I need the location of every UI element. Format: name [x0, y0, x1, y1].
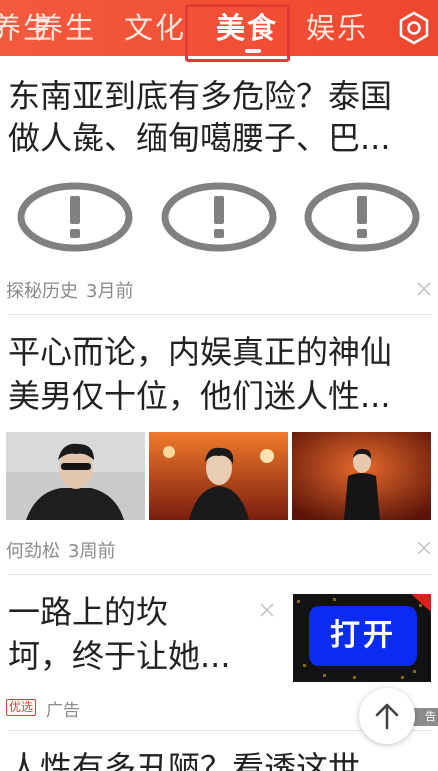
- close-icon[interactable]: [259, 602, 275, 618]
- broken-image-icon: [304, 182, 420, 252]
- article-source: 探秘历史: [6, 281, 78, 302]
- article-photo-singer-suit[interactable]: [292, 432, 431, 520]
- article-title-line-1[interactable]: 东南亚到底有多危险？泰国: [8, 72, 392, 120]
- divider: [8, 314, 432, 315]
- active-tab-highlight: [185, 4, 290, 62]
- close-icon[interactable]: [416, 281, 432, 297]
- broken-image-icon: [161, 182, 277, 252]
- ad-label: 广告: [46, 701, 80, 721]
- open-button[interactable]: 打开: [309, 606, 417, 666]
- article-time: 3周前: [68, 541, 116, 562]
- tab-health[interactable]: 养生: [34, 10, 96, 46]
- close-icon[interactable]: [416, 540, 432, 556]
- article-title-line-1[interactable]: 人性有多丑陋？看透这世: [8, 744, 360, 771]
- ad-corner-badge: 告: [411, 708, 438, 726]
- tab-entertainment[interactable]: 娱乐: [306, 10, 368, 46]
- divider: [8, 574, 432, 575]
- article-title-line-1[interactable]: 平心而论，内娱真正的神仙: [8, 328, 392, 376]
- article-source: 何劲松: [6, 541, 60, 562]
- ad-title-line-2[interactable]: 坷，终于让她...: [8, 632, 231, 680]
- arrow-up-icon: [375, 703, 399, 730]
- article-photo-singer-stage[interactable]: [149, 432, 288, 520]
- article-title-line-2[interactable]: 做人彘、缅甸噶腰子、巴...: [8, 114, 391, 162]
- ad-tag-badge: 优选: [6, 699, 37, 716]
- gear-hex-icon[interactable]: [396, 10, 432, 46]
- ad-title-line-1[interactable]: 一路上的坎: [8, 588, 168, 636]
- article-time: 3月前: [86, 281, 134, 302]
- scroll-to-top-button[interactable]: [359, 688, 415, 744]
- article-meta: 探秘历史 3月前: [6, 277, 133, 303]
- article-title-line-2[interactable]: 美男仅十位，他们迷人性...: [8, 372, 391, 420]
- broken-image-icon: [17, 182, 133, 252]
- article-photo-man-sunglasses[interactable]: [6, 432, 145, 520]
- tab-culture[interactable]: 文化: [124, 10, 186, 46]
- article-meta: 何劲松 3周前: [6, 537, 115, 563]
